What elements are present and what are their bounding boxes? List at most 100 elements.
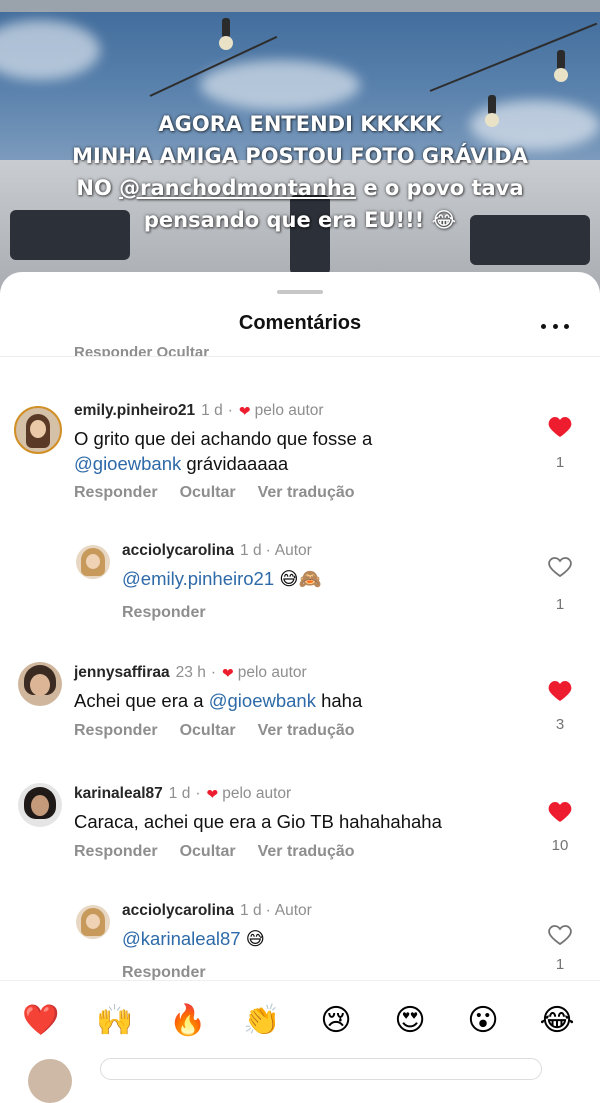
comments-sheet: Comentários Responder Ocultar emily.pinh…	[0, 272, 600, 1067]
emoji-red-heart[interactable]: ❤️	[19, 999, 63, 1043]
current-user-avatar	[28, 1059, 72, 1103]
username[interactable]: acciolycarolina	[122, 902, 234, 920]
author-badge: Autor	[274, 902, 312, 919]
lamp-icon	[219, 18, 233, 50]
username[interactable]: acciolycarolina	[122, 542, 234, 560]
comment-text-line: @gioewbank grávidaaaaa	[74, 451, 514, 476]
comment-text: Achei que era a @gioewbank haha	[74, 688, 514, 713]
story-caption-text: e o povo tava	[356, 176, 524, 200]
story-caption-line: pensando que era EU!!! 😂	[143, 208, 457, 232]
comment-meta: emily.pinheiro21 1 d · ❤ pelo autor	[74, 402, 324, 420]
translate-button[interactable]: Ver tradução	[258, 484, 355, 502]
story-caption-line: MINHA AMIGA POSTOU FOTO GRÁVIDA	[72, 144, 528, 168]
hide-button[interactable]: Ocultar	[180, 484, 236, 502]
username[interactable]: karinaleal87	[74, 785, 163, 803]
story-mention-link[interactable]: @ranchodmontanha	[119, 176, 356, 200]
comment-meta: acciolycarolina 1 d · Autor	[122, 542, 312, 560]
comment-text-part: haha	[315, 690, 363, 711]
cloud	[200, 60, 360, 110]
liked-by-author-label: pelo autor	[254, 402, 324, 419]
avatar[interactable]	[18, 662, 62, 706]
like-count: 1	[555, 454, 565, 471]
username[interactable]: emily.pinheiro21	[74, 402, 195, 420]
heart-outline-icon	[548, 925, 572, 946]
emoji-clapping-hands[interactable]: 👏	[240, 999, 284, 1043]
timestamp: 1 d	[240, 902, 262, 919]
translate-button[interactable]: Ver tradução	[258, 722, 355, 740]
author-heart-icon: ❤	[238, 402, 251, 419]
heart-outline-icon	[548, 557, 572, 578]
comment-text-part: Achei que era a	[74, 690, 209, 711]
reply-button[interactable]: Responder	[74, 843, 158, 861]
cut-off-actions: Responder Ocultar	[74, 344, 210, 356]
comment-text: Caraca, achei que era a Gio TB hahahahah…	[74, 811, 442, 832]
emoji-reaction-bar: ❤️ 🙌 🔥 👏 😢 😍 😮 😂	[0, 980, 600, 1068]
comment-text-part: grávidaaaaa	[181, 453, 289, 474]
like-count: 3	[555, 716, 565, 733]
separator-dot: ·	[265, 902, 271, 919]
avatar[interactable]	[76, 545, 110, 579]
comment-text: @karinaleal87 😅	[122, 926, 522, 951]
mention-link[interactable]: @emily.pinheiro21	[122, 568, 274, 589]
like-count: 1	[555, 596, 565, 613]
heart-filled-icon	[548, 802, 572, 822]
comment-actions: Responder Ocultar Ver tradução	[74, 484, 355, 502]
like-button[interactable]	[545, 416, 575, 443]
comment-actions: Responder	[122, 604, 206, 622]
like-button[interactable]	[545, 924, 575, 951]
timestamp: 1 d	[240, 542, 262, 559]
avatar[interactable]	[18, 783, 62, 827]
comment-meta: acciolycarolina 1 d · Autor	[122, 902, 312, 920]
reply-button[interactable]: Responder	[74, 484, 158, 502]
hide-button[interactable]: Ocultar	[180, 843, 236, 861]
mention-link[interactable]: @gioewbank	[209, 690, 316, 711]
comment-actions: Responder Ocultar Ver tradução	[74, 843, 355, 861]
mention-link[interactable]: @karinaleal87	[122, 928, 241, 949]
sheet-drag-handle[interactable]	[277, 290, 323, 294]
author-heart-icon: ❤	[221, 664, 234, 681]
story-progress-bar	[0, 0, 600, 12]
reply-button[interactable]: Responder	[74, 722, 158, 740]
separator-dot: ·	[195, 785, 201, 802]
comment-input[interactable]	[100, 1058, 542, 1080]
story-background: AGORA ENTENDI KKKKK MINHA AMIGA POSTOU F…	[0, 0, 600, 300]
like-count: 10	[551, 837, 569, 854]
timestamp: 23 h	[175, 664, 206, 681]
emoji-fire[interactable]: 🔥	[166, 999, 210, 1043]
username[interactable]: jennysaffiraa	[74, 664, 170, 682]
heart-filled-icon	[548, 681, 572, 701]
like-button[interactable]	[545, 556, 575, 583]
avatar[interactable]	[14, 406, 62, 454]
comment-meta: karinaleal87 1 d · ❤ pelo autor	[74, 785, 291, 803]
like-button[interactable]	[545, 680, 575, 707]
hide-button[interactable]: Ocultar	[180, 722, 236, 740]
story-caption-line: NO @ranchodmontanha e o povo tava	[0, 172, 600, 204]
emoji-raised-hands[interactable]: 🙌	[93, 999, 137, 1043]
lamp-icon	[554, 50, 568, 82]
comment-text-part: 😅🙈	[274, 568, 322, 589]
header-divider	[0, 356, 600, 357]
translate-button[interactable]: Ver tradução	[258, 843, 355, 861]
separator-dot: ·	[265, 542, 271, 559]
comment-text: O grito que dei achando que fosse a @gio…	[74, 426, 514, 476]
author-heart-icon: ❤	[206, 785, 219, 802]
separator-dot: ·	[210, 664, 216, 681]
liked-by-author-label: pelo autor	[222, 785, 292, 802]
reply-button[interactable]: Responder	[122, 604, 206, 622]
avatar[interactable]	[76, 905, 110, 939]
separator-dot: ·	[227, 402, 233, 419]
mention-link[interactable]: @gioewbank	[74, 453, 181, 474]
emoji-tears-of-joy[interactable]: 😂	[535, 999, 579, 1043]
timestamp: 1 d	[168, 785, 191, 802]
emoji-surprised-face[interactable]: 😮	[461, 999, 505, 1043]
comment-text-line: O grito que dei achando que fosse a	[74, 428, 373, 449]
like-button[interactable]	[545, 801, 575, 828]
timestamp: 1 d	[201, 402, 223, 419]
more-options-icon[interactable]	[541, 322, 569, 330]
cloud	[0, 20, 100, 80]
comment-actions: Responder Ocultar Ver tradução	[74, 722, 355, 740]
like-count: 1	[555, 956, 565, 973]
emoji-crying-face[interactable]: 😢	[314, 999, 358, 1043]
liked-by-author-label: pelo autor	[237, 664, 307, 681]
emoji-heart-eyes[interactable]: 😍	[388, 999, 432, 1043]
